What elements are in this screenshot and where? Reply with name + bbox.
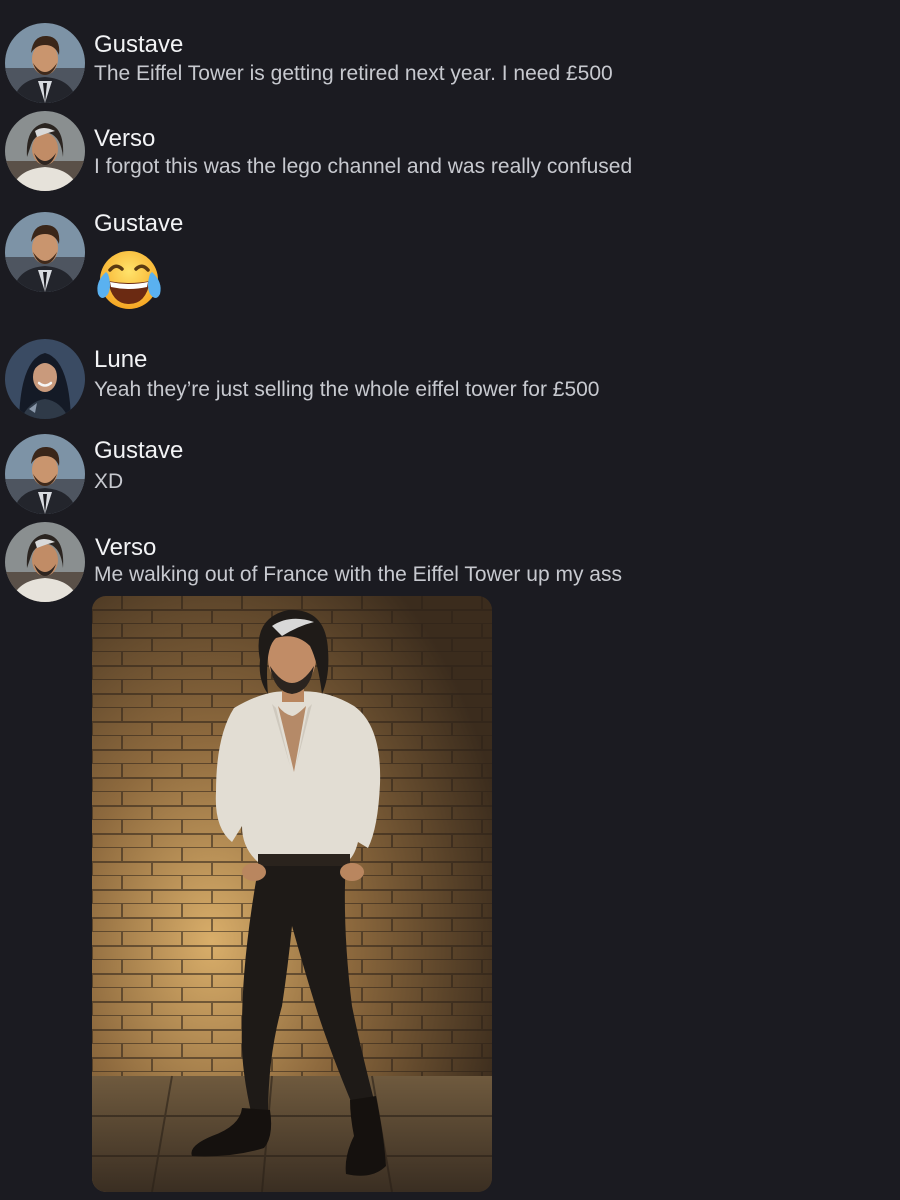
message-text: Yeah they’re just selling the whole eiff…	[94, 378, 600, 401]
lune-avatar[interactable]	[5, 339, 85, 419]
message-text: The Eiffel Tower is getting retired next…	[94, 62, 613, 85]
face-with-tears-of-joy-emoji	[92, 248, 166, 317]
verso-avatar-image	[5, 522, 85, 602]
message-text: I forgot this was the lego channel and w…	[94, 155, 633, 178]
verso-avatar[interactable]	[5, 522, 85, 602]
username[interactable]: Verso	[95, 534, 156, 562]
gustave-avatar-image	[5, 212, 85, 292]
username[interactable]: Gustave	[94, 437, 183, 465]
username[interactable]: Verso	[94, 125, 155, 153]
gustave-avatar-image	[5, 434, 85, 514]
photo-man-posing-brick-wall	[92, 596, 492, 1192]
username[interactable]: Gustave	[94, 210, 183, 238]
gustave-avatar[interactable]	[5, 23, 85, 103]
laughing-emoji-icon	[97, 251, 161, 309]
message-text: Me walking out of France with the Eiffel…	[94, 563, 622, 586]
photo-attachment[interactable]	[92, 596, 492, 1192]
gustave-avatar-image	[5, 23, 85, 103]
message-text: XD	[94, 470, 124, 493]
verso-avatar-image	[5, 111, 85, 191]
username[interactable]: Gustave	[94, 31, 183, 59]
verso-avatar[interactable]	[5, 111, 85, 191]
lune-avatar-image	[5, 339, 85, 419]
gustave-avatar[interactable]	[5, 434, 85, 514]
gustave-avatar[interactable]	[5, 212, 85, 292]
username[interactable]: Lune	[94, 346, 147, 374]
